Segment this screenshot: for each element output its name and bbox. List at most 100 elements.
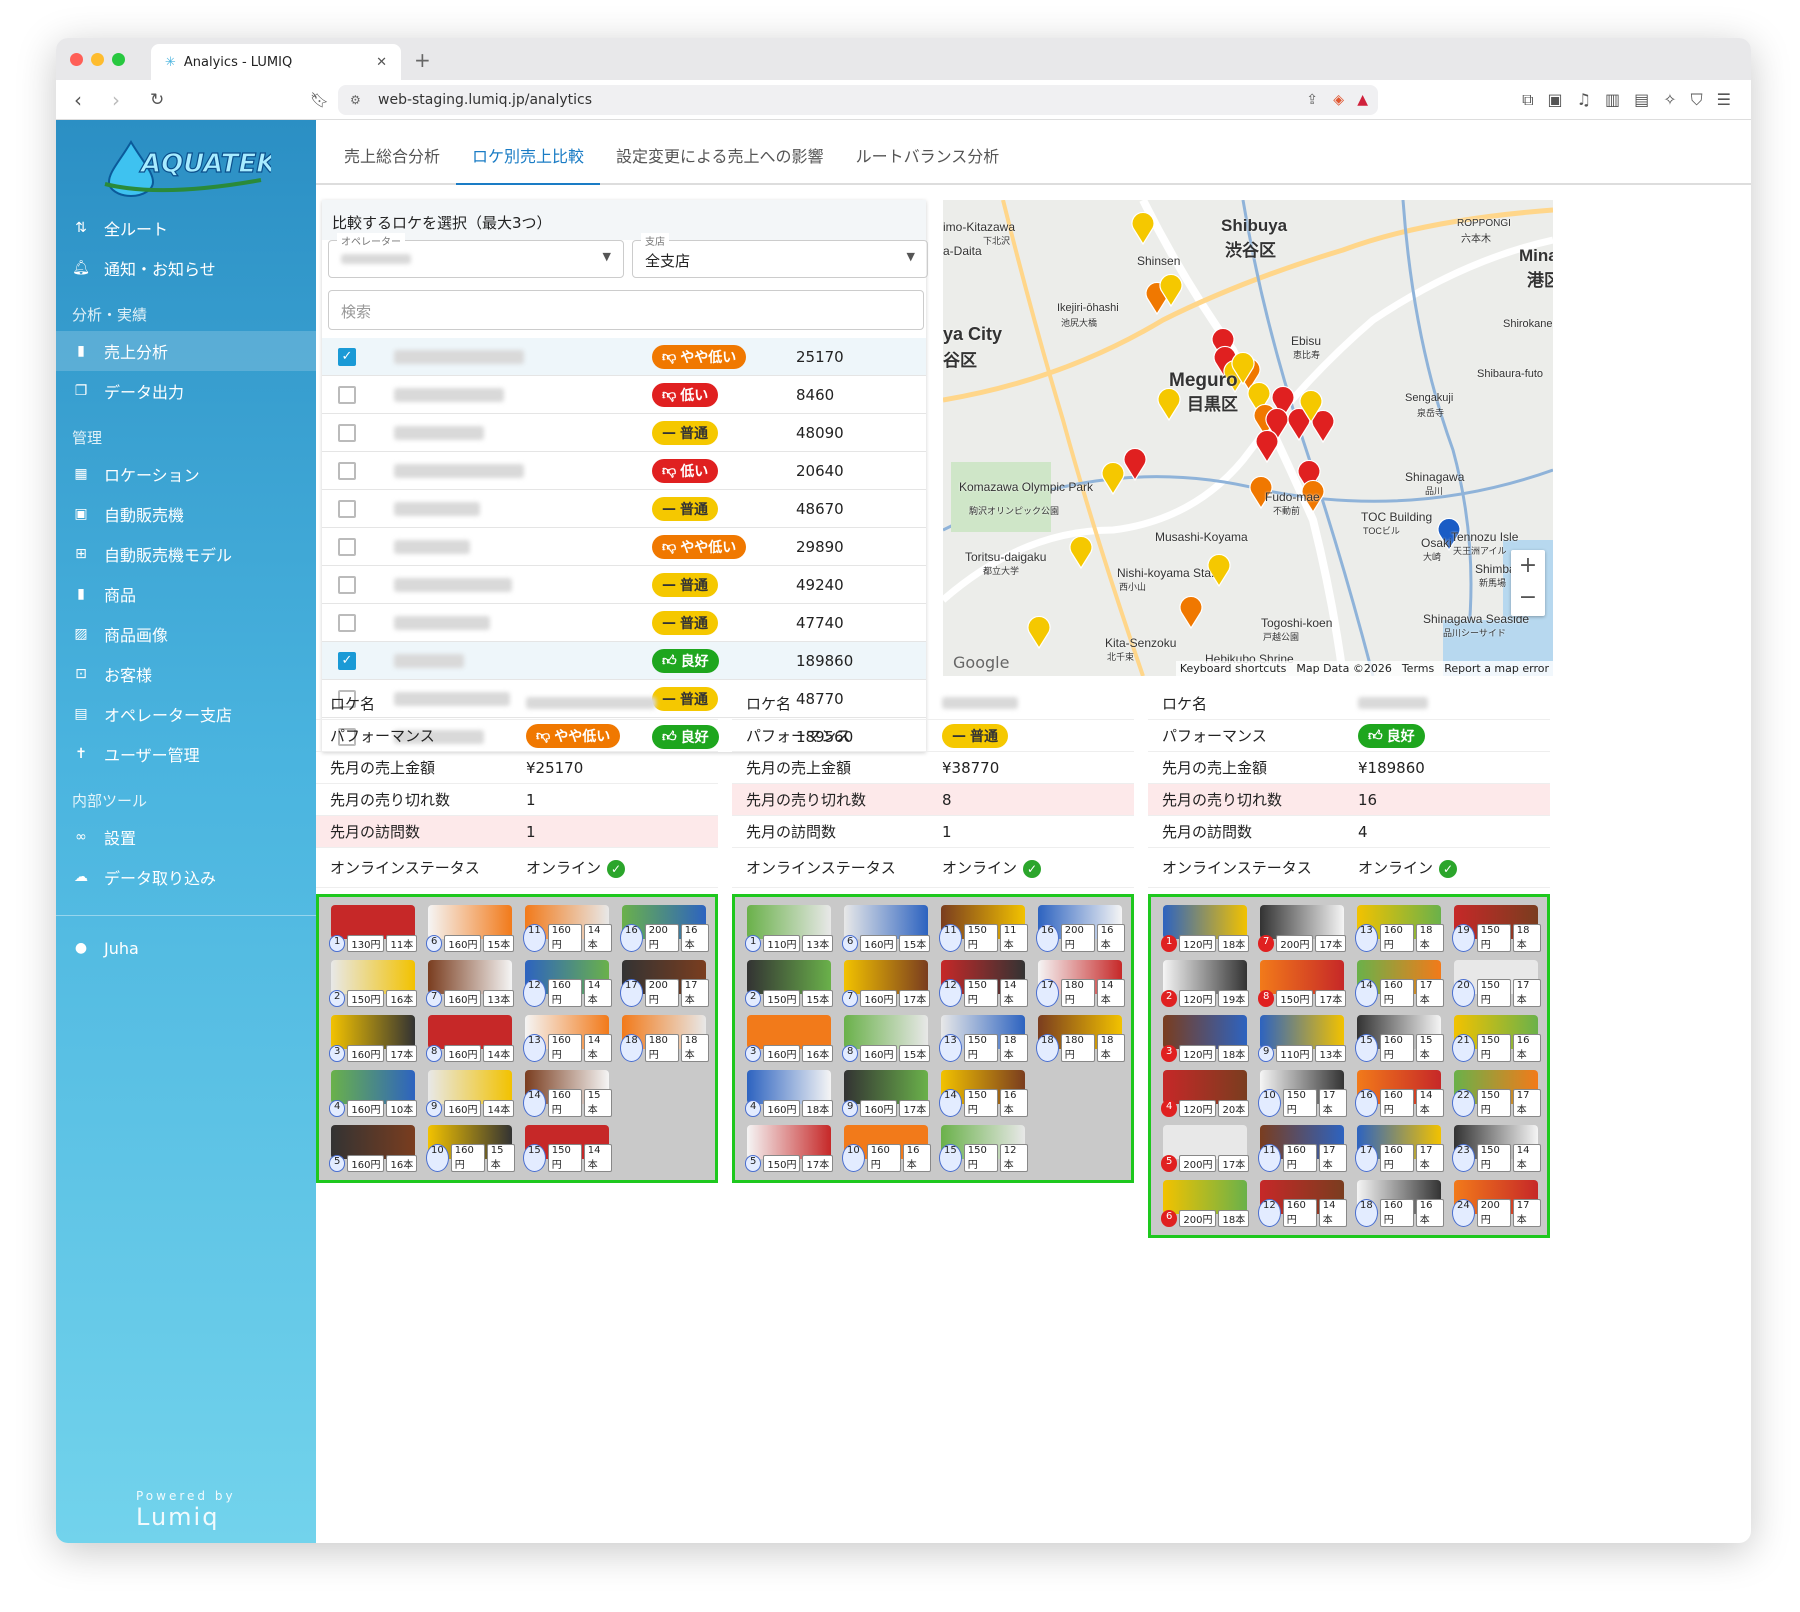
vending-slot[interactable]: 16 200円 16本 [616,903,709,954]
search-input[interactable]: 検索 [328,290,924,330]
tab-analysis-1[interactable]: ロケ別売上比較 [456,143,601,185]
vending-slot[interactable]: 11 160円 14本 [519,903,612,954]
brave-shield-icon[interactable]: ◈ [1333,92,1344,108]
vending-slot[interactable]: 10 150円 17本 [1254,1068,1347,1119]
row-checkbox[interactable]: ✓ [338,347,356,366]
vending-slot[interactable]: 18 180円 18本 [616,1013,709,1064]
row-checkbox[interactable] [338,499,356,518]
location-row[interactable]: 👎︎ 低い 8460 [322,376,926,414]
reload-icon[interactable]: ↻ [150,90,170,110]
sidebar-item-office[interactable]: ▤ オペレーター支店 [56,694,316,734]
vending-slot[interactable]: 2 120円 19本 [1157,958,1250,1009]
vending-slot[interactable]: 11 150円 11本 [935,903,1028,954]
sidebar-item-cloud-upload[interactable]: ☁ データ取り込み [56,857,316,897]
vending-slot[interactable]: 7 160円 17本 [838,958,931,1009]
vending-slot[interactable]: 15 150円 12本 [935,1123,1028,1174]
sidebar-item-vending[interactable]: ▣ 自動販売機 [56,494,316,534]
vending-slot[interactable]: 18 160円 16本 [1351,1178,1444,1229]
vending-slot[interactable]: 3 160円 17本 [325,1013,418,1064]
sidebar-item-grid[interactable]: ⊞ 自動販売機モデル [56,534,316,574]
vending-slot[interactable]: 14 150円 16本 [935,1068,1028,1119]
location-row[interactable]: ✓ 👍︎ 良好 189860 [322,642,926,680]
row-checkbox[interactable] [338,423,356,442]
vending-slot[interactable]: 2 150円 16本 [325,958,418,1009]
location-row[interactable]: — 普通 49240 [322,566,926,604]
sidebar-item-route[interactable]: ⇅ 全ルート [56,208,316,248]
vending-slot[interactable]: 6 160円 15本 [838,903,931,954]
vending-slot[interactable]: 2 150円 15本 [741,958,834,1009]
vending-slot[interactable]: 6 160円 15本 [422,903,515,954]
vending-slot[interactable]: 1 130円 11本 [325,903,418,954]
extensions-icon[interactable]: ⧉ [1522,90,1533,110]
sidebar-item-building[interactable]: ▦ ロケーション [56,454,316,494]
tab-analysis-3[interactable]: ルートバランス分析 [840,143,1016,183]
sidebar-item-copy[interactable]: ❐ データ出力 [56,371,316,411]
maximize-window-button[interactable] [112,52,125,66]
vending-slot[interactable]: 12 160円 14本 [1254,1178,1347,1229]
vending-slot[interactable]: 3 120円 18本 [1157,1013,1250,1064]
vending-slot[interactable]: 10 160円 16本 [838,1123,931,1174]
vending-slot[interactable]: 17 200円 17本 [616,958,709,1009]
wallet-icon[interactable]: ▤ [1634,90,1649,110]
location-row[interactable]: ✓ 👎︎ やや低い 25170 [322,338,926,376]
row-checkbox[interactable]: ✓ [338,651,356,670]
vpn-icon[interactable]: ⛉ [1691,90,1703,110]
vending-slot[interactable]: 13 160円 18本 [1351,903,1444,954]
vending-slot[interactable]: 17 160円 17本 [1351,1123,1444,1174]
vending-slot[interactable]: 8 160円 14本 [422,1013,515,1064]
vending-slot[interactable]: 8 160円 15本 [838,1013,931,1064]
vending-slot[interactable]: 12 160円 14本 [519,958,612,1009]
close-window-button[interactable] [70,52,83,66]
location-row[interactable]: 👎︎ 低い 20640 [322,452,926,490]
vending-slot[interactable]: 17 180円 14本 [1032,958,1125,1009]
vending-slot[interactable]: 6 200円 18本 [1157,1178,1250,1229]
sidebar-item-bar-chart[interactable]: ▮ 売上分析 [56,331,316,371]
menu-icon[interactable]: ☰ [1717,90,1731,110]
sidebar-item-bell[interactable]: 🔔︎ 通知・お知らせ [56,248,316,288]
vending-slot[interactable]: 9 160円 17本 [838,1068,931,1119]
sidebar-item-person[interactable]: ✝ ユーザー管理 [56,734,316,774]
vending-slot[interactable]: 4 160円 10本 [325,1068,418,1119]
bookmark-icon[interactable]: 🔖︎ [310,91,330,109]
row-checkbox[interactable] [338,461,356,480]
vending-slot[interactable]: 5 150円 17本 [741,1123,834,1174]
site-settings-icon[interactable]: ⚙ [350,93,361,107]
rewards-icon[interactable]: ▲ [1357,92,1368,108]
vending-slot[interactable]: 9 110円 13本 [1254,1013,1347,1064]
vending-slot[interactable]: 5 160円 16本 [325,1123,418,1174]
close-tab-icon[interactable]: ✕ [376,55,387,70]
map-footer-link[interactable]: Report a map error [1444,662,1549,675]
branch-dropdown[interactable]: 支店 全支店 ▼ [632,233,928,278]
vending-slot[interactable]: 14 160円 17本 [1351,958,1444,1009]
vending-slot[interactable]: 16 200円 16本 [1032,903,1125,954]
forward-icon[interactable]: › [112,88,132,112]
vending-slot[interactable]: 12 150円 14本 [935,958,1028,1009]
new-tab-button[interactable]: + [414,48,431,72]
vending-slot[interactable]: 4 160円 18本 [741,1068,834,1119]
vending-slot[interactable]: 13 150円 18本 [935,1013,1028,1064]
vending-slot[interactable]: 10 160円 15本 [422,1123,515,1174]
vending-slot[interactable]: 9 160円 14本 [422,1068,515,1119]
music-icon[interactable]: ♫ [1577,90,1591,110]
vending-slot[interactable]: 15 160円 15本 [1351,1013,1444,1064]
vending-slot[interactable]: 15 150円 14本 [519,1123,612,1174]
vending-slot[interactable]: 7 200円 17本 [1254,903,1347,954]
row-checkbox[interactable] [338,537,356,556]
minimize-window-button[interactable] [91,52,104,66]
location-row[interactable]: — 普通 48670 [322,490,926,528]
vending-slot[interactable]: 22 150円 17本 [1448,1068,1541,1119]
row-checkbox[interactable] [338,613,356,632]
sidebar-user[interactable]: ● Juha [56,928,316,968]
back-icon[interactable]: ‹ [74,88,94,112]
location-row[interactable]: — 普通 48090 [322,414,926,452]
map-footer-link[interactable]: Map Data ©2026 [1296,662,1391,675]
browser-tab[interactable]: ✳ Analyics - LUMIQ ✕ [151,44,401,80]
share-icon[interactable]: ⇪ [1306,92,1318,108]
url-field[interactable]: ⚙ web-staging.lumiq.jp/analytics ⇪ ◈ ▲ [338,85,1378,115]
row-checkbox[interactable] [338,575,356,594]
vending-slot[interactable]: 20 150円 17本 [1448,958,1541,1009]
zoom-out-button[interactable]: − [1511,582,1545,614]
map-footer-link[interactable]: Keyboard shortcuts [1180,662,1287,675]
location-row[interactable]: — 普通 47740 [322,604,926,642]
reader-icon[interactable]: ▣ [1548,90,1563,110]
